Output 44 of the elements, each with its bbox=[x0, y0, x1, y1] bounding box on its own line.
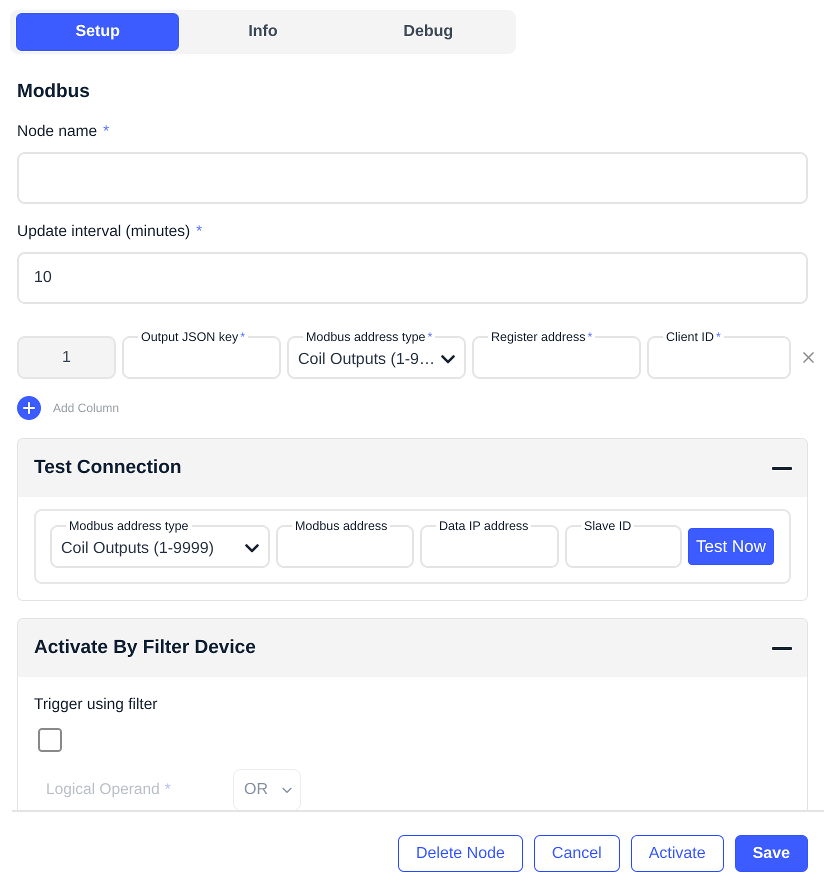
chevron-down-icon bbox=[282, 786, 292, 794]
tab[interactable]: Debug bbox=[346, 13, 510, 51]
select-field[interactable]: Modbus address type Coil Outputs (1-9999) bbox=[50, 519, 270, 568]
input-field[interactable]: Register address * bbox=[472, 330, 641, 379]
input-field[interactable]: Modbus address bbox=[276, 519, 414, 568]
test-now-button[interactable]: Test Now bbox=[688, 528, 774, 565]
input-field[interactable]: Data IP address bbox=[420, 519, 559, 568]
input-field[interactable]: 10 bbox=[17, 252, 808, 304]
section-title: Modbus bbox=[17, 80, 91, 104]
input-field[interactable]: Output JSON key * bbox=[122, 330, 281, 379]
close-icon[interactable] bbox=[803, 352, 814, 363]
checkbox[interactable] bbox=[38, 728, 62, 752]
field-label: Modbus address type * bbox=[305, 330, 434, 344]
select-field[interactable]: Modbus address type * Coil Outputs (1-9… bbox=[287, 330, 466, 379]
panel-title: Activate By Filter Device bbox=[34, 636, 256, 660]
field-label: Trigger using filter bbox=[34, 695, 158, 715]
save-button[interactable]: Save bbox=[734, 835, 808, 872]
outline-button[interactable]: Cancel bbox=[534, 835, 620, 872]
chevron-down-icon bbox=[245, 544, 259, 553]
field-label: Logical Operand * bbox=[46, 780, 172, 800]
field-label: Output JSON key * bbox=[140, 330, 246, 344]
outline-button[interactable]: Activate bbox=[630, 835, 724, 872]
field-label: Register address * bbox=[490, 330, 594, 344]
row-index-field: 1 bbox=[17, 336, 116, 379]
plus-icon bbox=[17, 396, 41, 420]
input-field[interactable] bbox=[17, 152, 808, 204]
chevron-down-icon bbox=[441, 355, 455, 364]
input-field[interactable]: Client ID * bbox=[647, 330, 791, 379]
field-label: Update interval (minutes) * bbox=[17, 222, 204, 242]
minus-icon[interactable] bbox=[772, 466, 792, 470]
minus-icon[interactable] bbox=[772, 646, 792, 650]
field-label: Modbus address type bbox=[68, 519, 190, 533]
tab[interactable]: Setup bbox=[16, 13, 180, 51]
field-label: Data IP address bbox=[438, 519, 530, 533]
field-label: Slave ID bbox=[583, 519, 632, 533]
outline-button[interactable]: Delete Node bbox=[398, 835, 523, 872]
panel-header[interactable]: Activate By Filter Device bbox=[18, 619, 807, 677]
panel-header[interactable]: Test Connection bbox=[18, 439, 807, 497]
input-field[interactable]: Slave ID bbox=[565, 519, 682, 568]
tab[interactable]: Info bbox=[181, 13, 345, 51]
panel-title: Test Connection bbox=[34, 456, 182, 480]
field-label: Node name * bbox=[17, 122, 110, 142]
field-label: Modbus address bbox=[294, 519, 388, 533]
field-label: Client ID * bbox=[665, 330, 722, 344]
